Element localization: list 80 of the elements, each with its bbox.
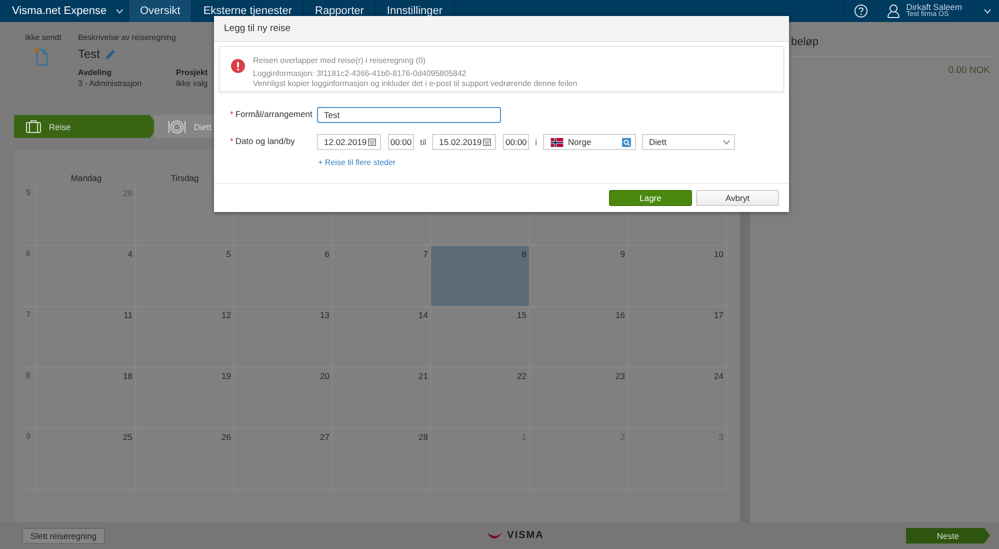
app-name: Visma.net Expense — [12, 5, 107, 17]
pencil-icon[interactable] — [105, 48, 116, 60]
report-title: Test — [78, 47, 100, 61]
error-hint: Vennligst kopier logginformasjon og inkluder det i e-post til support vedrørende denne feilen — [253, 79, 578, 89]
time-input[interactable]: 00:00 — [503, 134, 530, 150]
search-icon[interactable] — [622, 138, 632, 146]
swoosh-icon — [487, 530, 504, 540]
save-button[interactable]: Lagre — [609, 190, 692, 206]
date-input[interactable]: 15.02.2019 — [432, 134, 496, 150]
calendar-day[interactable]: 20 — [234, 368, 332, 429]
field-label: Formål/arrangement — [235, 109, 312, 119]
calendar-day[interactable]: 26 — [136, 429, 234, 490]
plate-icon — [168, 120, 186, 134]
required-mark: * — [230, 109, 234, 119]
panel-title: beløp — [791, 36, 819, 48]
calendar-day[interactable]: 27 — [234, 429, 332, 490]
calendar-day[interactable]: 14 — [332, 307, 431, 368]
calendar-day[interactable]: 16 — [530, 307, 628, 368]
weekday-header: Mandag — [70, 173, 102, 183]
calendar-day[interactable]: 9 — [530, 246, 628, 307]
chevron-down-icon — [116, 8, 123, 14]
purpose-input[interactable]: Test — [317, 107, 501, 123]
week-number: 7 — [25, 307, 37, 368]
calendar-day[interactable]: 25 — [37, 429, 136, 490]
field-label: Avdeling — [78, 68, 112, 77]
calendar-day[interactable]: 8 — [431, 246, 530, 307]
calendar-day[interactable]: 4 — [37, 246, 136, 307]
calendar-day[interactable]: 18 — [37, 368, 136, 429]
time-input[interactable]: 00:00 — [388, 134, 414, 150]
week-number: 8 — [25, 368, 37, 429]
required-mark: * — [230, 136, 234, 146]
calendar-day[interactable]: 22 — [431, 368, 530, 429]
calendar-day[interactable]: 21 — [332, 368, 431, 429]
calendar-day[interactable]: 24 — [628, 368, 726, 429]
date-input[interactable]: 12.02.2019 — [317, 134, 381, 150]
calendar-day[interactable]: 19 — [136, 368, 234, 429]
calendar-day[interactable]: 5 — [136, 246, 234, 307]
calendar-day[interactable]: 15 — [431, 307, 530, 368]
country-input[interactable]: Norge — [543, 134, 636, 150]
chevron-down-icon — [984, 8, 991, 14]
week-number: 6 — [25, 246, 37, 307]
calendar-icon[interactable] — [483, 138, 492, 146]
to-label: til — [420, 137, 426, 147]
calendar-day[interactable]: 11 — [37, 307, 136, 368]
suitcase-icon — [26, 120, 41, 133]
dialog-title: Legg til ny reise — [224, 23, 291, 34]
field-label: Prosjekt — [176, 68, 208, 77]
calendar-icon[interactable] — [368, 138, 376, 146]
next-button[interactable]: Neste — [906, 528, 990, 544]
calendar-day[interactable]: 13 — [234, 307, 332, 368]
document-icon — [34, 48, 48, 66]
add-destinations-link[interactable]: + Reise til flere steder — [318, 158, 396, 167]
error-icon — [231, 59, 245, 73]
logo-text: VISMA — [507, 530, 544, 541]
user-icon[interactable] — [887, 4, 900, 18]
total-amount: 0.00 NOK — [948, 65, 990, 76]
week-number: 9 — [25, 429, 37, 490]
field-label: Dato og land/by — [235, 136, 295, 146]
norway-flag-icon — [550, 138, 564, 146]
user-name: Dirkaft Saleem — [906, 3, 962, 11]
status-label: Ikke sendt — [25, 33, 62, 42]
calendar-day[interactable]: 12 — [136, 307, 234, 368]
help-icon[interactable] — [854, 4, 868, 18]
calendar-day[interactable]: 28 — [332, 429, 431, 490]
field-label: Beskrivelse av reiseregning — [78, 33, 177, 42]
in-label: i — [535, 137, 538, 147]
calendar-day[interactable]: 17 — [628, 307, 726, 368]
chevron-down-icon — [723, 140, 730, 144]
log-info: Logginformasjon: 3f1181c2-4366-41b0-8176-0d4095805842 — [253, 69, 468, 79]
calendar-day[interactable]: 6 — [234, 246, 332, 307]
error-message: Reisen overlapper med reise(r) i reiseregning (0) — [253, 56, 427, 66]
nav-tab[interactable]: Oversikt — [129, 0, 192, 22]
allowance-select[interactable]: Diett — [642, 134, 736, 150]
calendar-day[interactable]: 10 — [628, 246, 726, 307]
weekday-header: Tirsdag — [170, 173, 199, 183]
field-value: 3 - Administrasjon — [78, 79, 143, 88]
delete-button[interactable]: Slett reiseregning — [22, 528, 105, 544]
cancel-button[interactable]: Avbryt — [696, 190, 779, 206]
week-number: 5 — [25, 185, 37, 246]
calendar-day[interactable]: 23 — [530, 368, 628, 429]
